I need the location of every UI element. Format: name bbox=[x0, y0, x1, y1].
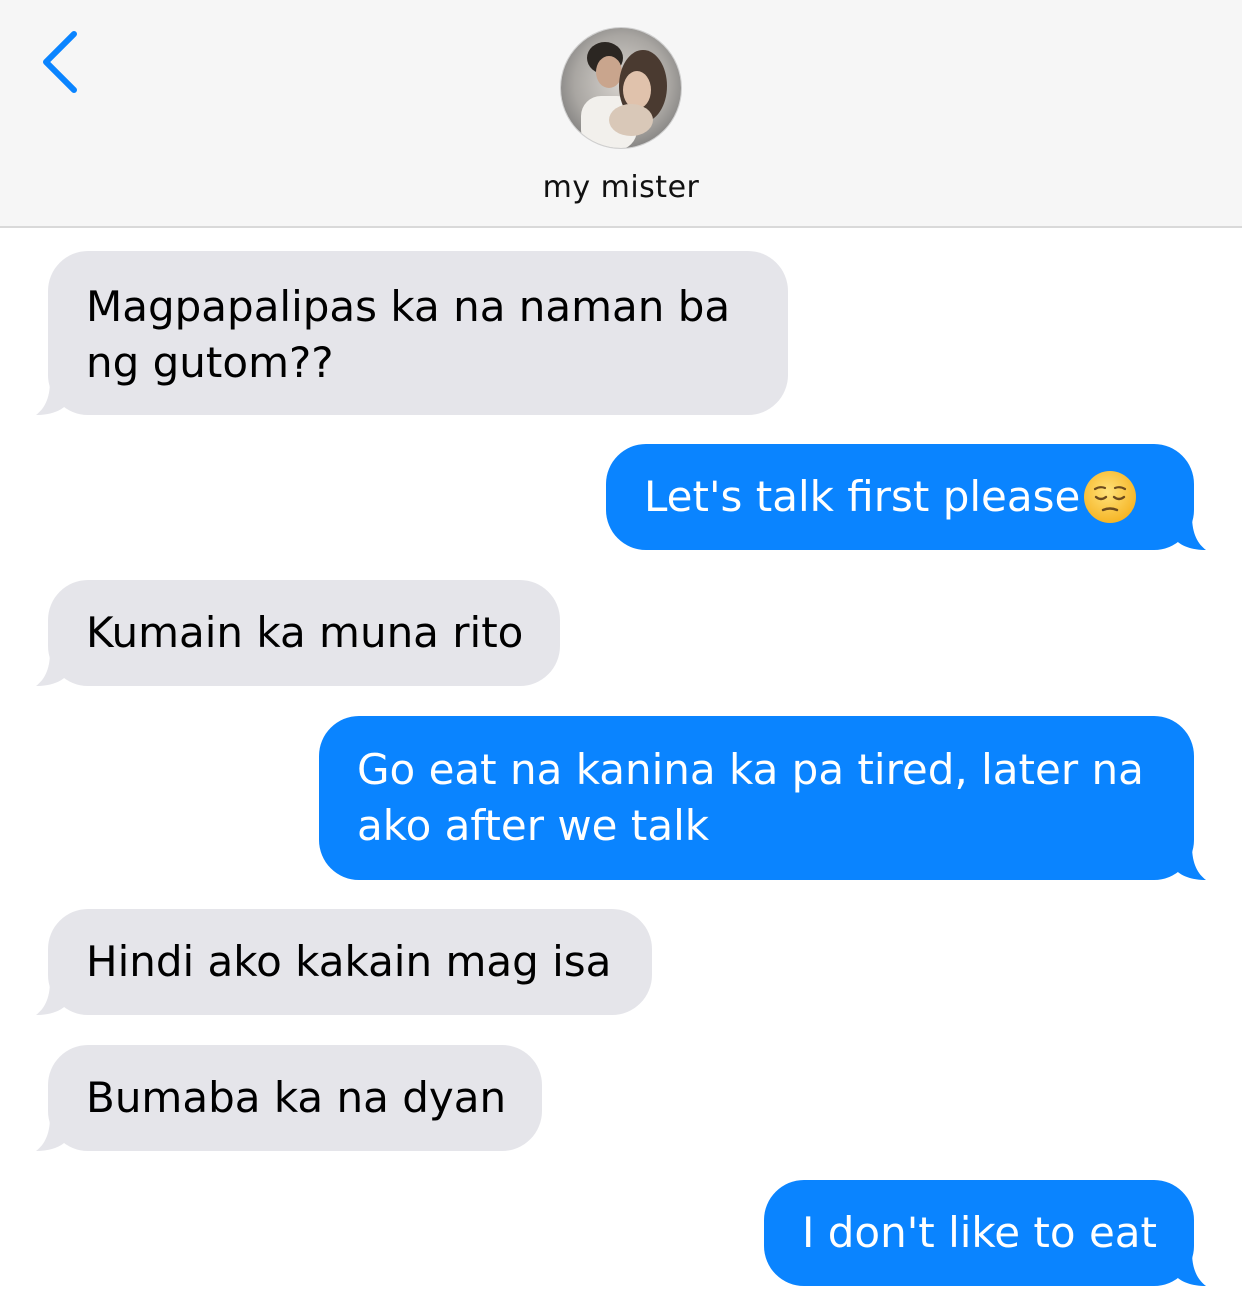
contact-name[interactable]: my mister bbox=[0, 170, 1242, 205]
contact-photo bbox=[561, 28, 681, 148]
back-button[interactable] bbox=[30, 26, 100, 102]
bubble-tail bbox=[36, 652, 68, 686]
bubble-tail bbox=[36, 1117, 68, 1151]
avatar[interactable] bbox=[560, 27, 682, 149]
bubble-tail bbox=[1174, 516, 1206, 550]
message-text: Magpapalipas ka na naman ba bbox=[86, 282, 731, 331]
message-bubble-incoming[interactable]: Hindi ako kakain mag isa bbox=[36, 909, 652, 1015]
pensive-face-emoji-icon bbox=[1084, 470, 1137, 523]
message-text: Bumaba ka na dyan bbox=[86, 1073, 507, 1122]
chevron-left-icon bbox=[43, 31, 77, 93]
message-text: Hindi ako kakain mag isa bbox=[86, 937, 612, 986]
conversation-header: my mister bbox=[0, 0, 1242, 228]
bubble-tail bbox=[1174, 1252, 1206, 1286]
message-bubble-outgoing[interactable]: I don't like to eat bbox=[764, 1180, 1206, 1286]
message-text: I don't like to eat bbox=[802, 1208, 1157, 1257]
message-bubble-incoming[interactable]: Bumaba ka na dyan bbox=[36, 1045, 542, 1151]
message-bubble-incoming[interactable]: Magpapalipas ka na naman ba ng gutom?? bbox=[36, 251, 788, 415]
message-text: Let's talk first please bbox=[644, 472, 1081, 521]
bubble-tail bbox=[36, 381, 68, 415]
bubble-tail bbox=[1174, 846, 1206, 880]
message-text: ng gutom?? bbox=[86, 338, 334, 387]
bubble-tail bbox=[36, 981, 68, 1015]
message-bubble-outgoing[interactable]: Go eat na kanina ka pa tired, later na a… bbox=[319, 716, 1206, 880]
message-text: Kumain ka muna rito bbox=[86, 608, 524, 657]
message-text: ako after we talk bbox=[357, 801, 710, 850]
message-text: Go eat na kanina ka pa tired, later na bbox=[357, 745, 1144, 794]
message-bubble-outgoing[interactable]: Let's talk first please bbox=[606, 444, 1206, 550]
message-bubble-incoming[interactable]: Kumain ka muna rito bbox=[36, 580, 560, 686]
